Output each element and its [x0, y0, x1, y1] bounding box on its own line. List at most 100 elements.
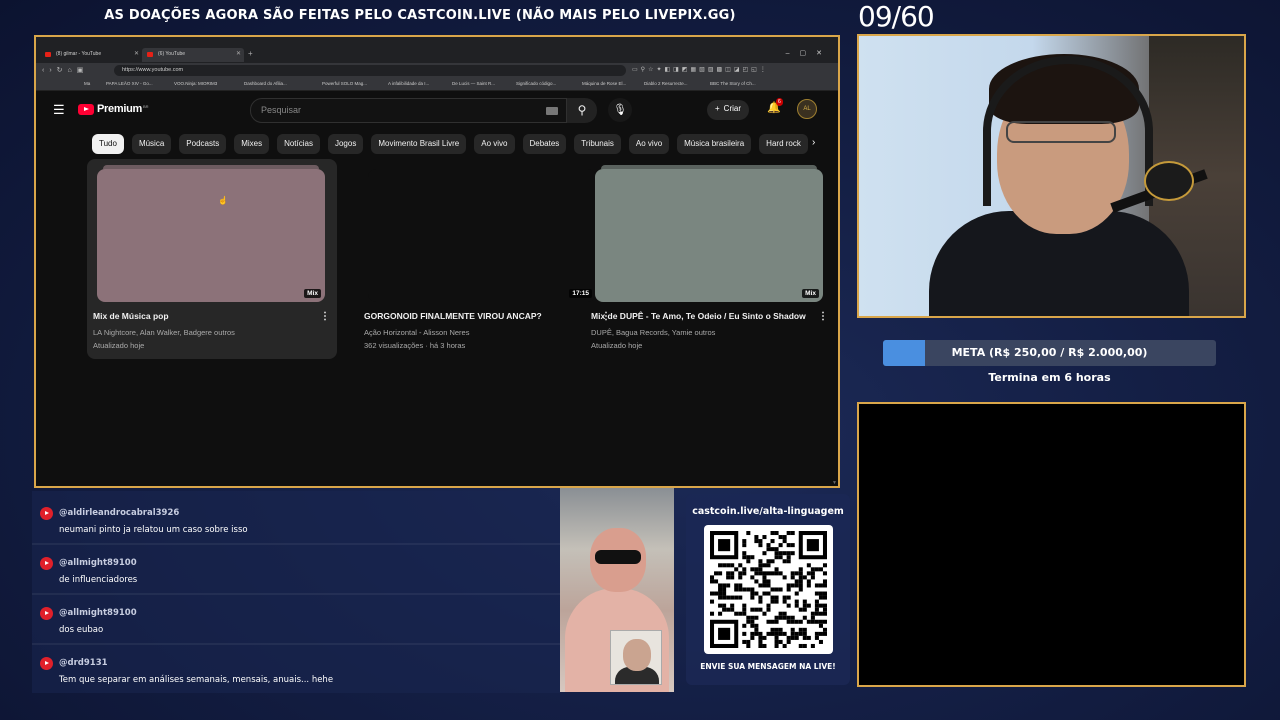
- bookmark[interactable]: Powerful SOLO Mag...: [322, 81, 367, 86]
- brand-label: Premium: [97, 103, 142, 115]
- tab-strip: (8) gilmar - YouTube ✕ (6) YouTube ✕ + –…: [36, 37, 838, 63]
- microphone-logo-icon: [1144, 161, 1194, 201]
- search-button[interactable]: ⚲: [567, 98, 597, 123]
- mouse-cursor-icon: ☝: [218, 196, 228, 205]
- chip-filter[interactable]: Tudo: [92, 134, 124, 154]
- url-field[interactable]: https://www.youtube.com: [114, 65, 626, 76]
- search-input[interactable]: Pesquisar: [250, 98, 567, 123]
- bookmark[interactable]: De Lucis — Saint R...: [452, 81, 495, 86]
- bookmark[interactable]: BBC The Story of Ch...: [710, 81, 756, 86]
- qr-code-icon: [710, 531, 827, 648]
- chat-divider: [32, 643, 560, 645]
- video-card[interactable]: Mix Mix de DUPÊ - Te Amo, Te Odeio / Eu S…: [585, 159, 835, 359]
- empty-overlay-panel: [857, 402, 1246, 687]
- bookmark[interactable]: Diablo 2 Resurrecte...: [644, 81, 688, 86]
- menu-icon[interactable]: ☰: [53, 102, 65, 118]
- chip-filter[interactable]: Tribunais: [574, 134, 621, 154]
- microphone-icon: 🎙: [613, 104, 627, 116]
- create-label: Criar: [723, 104, 742, 113]
- qr-code[interactable]: [704, 525, 833, 654]
- address-bar: ‹›↻⌂▣ https://www.youtube.com ▭⚲☆✦◧◨◩▦▧▨…: [36, 63, 838, 79]
- chat-username: @allmight89100: [59, 608, 137, 618]
- youtube-icon: [40, 657, 53, 670]
- search-placeholder: Pesquisar: [261, 105, 302, 115]
- more-options-icon[interactable]: ⋮: [818, 311, 828, 322]
- chip-filter[interactable]: Ao vivo: [474, 134, 515, 154]
- chip-filter[interactable]: Música: [131, 134, 172, 154]
- youtube-page: ☰ Premium BR Pesquisar ⚲ 🎙 + Criar 🔔 6 A…: [36, 92, 838, 486]
- sunglasses: [595, 550, 641, 564]
- chip-filter[interactable]: Ao vivo: [628, 134, 670, 154]
- close-icon[interactable]: ✕: [134, 50, 139, 57]
- bookmark[interactable]: A infalibilidade da I...: [388, 81, 429, 86]
- video-title[interactable]: GORGONOID FINALMENTE VIROU ANCAP?: [364, 311, 542, 321]
- bookmark[interactable]: VOO.Ninja: MIORIM3: [174, 81, 217, 86]
- bookmark[interactable]: Dashboard do Afilia...: [244, 81, 287, 86]
- more-options-icon[interactable]: ⋮: [320, 311, 330, 322]
- portrait-head: [623, 639, 651, 671]
- bookmark[interactable]: Significado código...: [516, 81, 556, 86]
- create-button[interactable]: + Criar: [707, 100, 750, 120]
- chip-filter[interactable]: Movimento Brasil Livre: [371, 134, 467, 154]
- chip-filter[interactable]: Hard rock: [759, 134, 808, 154]
- keyboard-icon[interactable]: [546, 107, 558, 115]
- video-card[interactable]: 17:15 GORGONOID FINALMENTE VIROU ANCAP? Aç…: [358, 159, 611, 359]
- chat-text: neumani pinto ja relatou um caso sobre i…: [59, 525, 248, 535]
- video-meta: DUPÊ, Bagua Records, Yamie outros Atualiz…: [591, 326, 715, 352]
- chip-filter[interactable]: Podcasts: [179, 134, 227, 154]
- browser-capture: (8) gilmar - YouTube ✕ (6) YouTube ✕ + –…: [34, 35, 840, 488]
- chat-message: @allmight89100 dos eubao: [32, 597, 560, 643]
- video-channel[interactable]: DUPÊ, Bagua Records, Yamie outros: [591, 326, 715, 339]
- chip-filter[interactable]: Mixes: [234, 134, 270, 154]
- close-icon[interactable]: ✕: [236, 50, 241, 57]
- video-title[interactable]: Mix de DUPÊ - Te Amo, Te Odeio / Eu Sint…: [591, 311, 806, 321]
- chip-filter[interactable]: Jogos: [327, 134, 364, 154]
- guest-camera: [560, 488, 674, 692]
- navigation-icons[interactable]: ‹›↻⌂▣: [42, 66, 88, 74]
- scroll-down-icon[interactable]: ▼: [832, 480, 837, 486]
- video-meta: LA Nightcore, Alan Walker, Badgere outro…: [93, 326, 235, 352]
- webcam-feed: [857, 34, 1246, 318]
- video-title[interactable]: Mix de Música pop: [93, 311, 169, 321]
- youtube-play-icon: [78, 103, 94, 115]
- chat-message: @drd9131 Tem que separar em análises sema…: [32, 647, 560, 693]
- chip-filter[interactable]: Notícias: [277, 134, 320, 154]
- video-meta: Ação Horizontal - Alisson Neres 362 visua…: [364, 326, 469, 352]
- chat-username: @aldirleandrocabral3926: [59, 508, 180, 518]
- plus-icon: +: [715, 104, 720, 113]
- duration-badge: Mix: [304, 289, 321, 298]
- avatar[interactable]: AL: [797, 99, 817, 119]
- chip-filter[interactable]: Debates: [522, 134, 567, 154]
- chevron-right-icon[interactable]: ›: [812, 137, 815, 148]
- bookmark[interactable]: PAPA LEÃO XIV - Go...: [106, 81, 153, 86]
- chat-message: @allmight89100 de influenciadores: [32, 547, 560, 593]
- subscriber-counter: 09/60: [858, 0, 935, 33]
- video-channel[interactable]: LA Nightcore, Alan Walker, Badgere outro…: [93, 326, 235, 339]
- chat-divider: [32, 543, 560, 545]
- browser-tab-active[interactable]: (6) YouTube ✕: [142, 48, 244, 62]
- tab-label: (6) YouTube: [158, 51, 186, 57]
- chat-text: dos eubao: [59, 625, 104, 635]
- bookmark[interactable]: Ma: [84, 81, 90, 86]
- video-card[interactable]: Mix Mix de Música pop LA Nightcore, Alan W…: [87, 159, 337, 359]
- video-channel[interactable]: Ação Horizontal - Alisson Neres: [364, 326, 469, 339]
- chip-filter[interactable]: Música brasileira: [677, 134, 752, 154]
- donation-banner: AS DOAÇÕES AGORA SÃO FEITAS PELO CASTCOI…: [104, 8, 736, 23]
- window-controls-icon[interactable]: –▢✕: [786, 49, 832, 57]
- chat-username: @allmight89100: [59, 558, 137, 568]
- new-tab-icon[interactable]: +: [248, 49, 253, 58]
- voice-search-button[interactable]: 🎙: [608, 98, 632, 122]
- bookmark[interactable]: Máquina de Rose El...: [582, 81, 626, 86]
- extension-icons[interactable]: ▭⚲☆✦◧◨◩▦▧▨▩◫◪◰◱⋮: [632, 66, 769, 73]
- video-thumbnail[interactable]: Mix: [97, 165, 325, 302]
- donation-goal-bar: META (R$ 250,00 / R$ 2.000,00): [883, 340, 1216, 366]
- video-thumbnail[interactable]: Mix: [595, 165, 823, 302]
- goal-label: META (R$ 250,00 / R$ 2.000,00): [951, 346, 1148, 359]
- browser-tab[interactable]: (8) gilmar - YouTube ✕: [40, 48, 142, 62]
- youtube-logo[interactable]: Premium BR: [78, 103, 149, 115]
- video-thumbnail[interactable]: 17:15: [368, 169, 596, 302]
- bookmarks-bar: Ma PAPA LEÃO XIV - Go... VOO.Ninja: MIOR…: [36, 79, 838, 91]
- chat-message: @aldirleandrocabral3926 neumani pinto ja …: [32, 497, 560, 543]
- chat-text: de influenciadores: [59, 575, 138, 585]
- qr-panel: castcoin.live/alta-linguagem ENVIE SUA M…: [686, 494, 850, 685]
